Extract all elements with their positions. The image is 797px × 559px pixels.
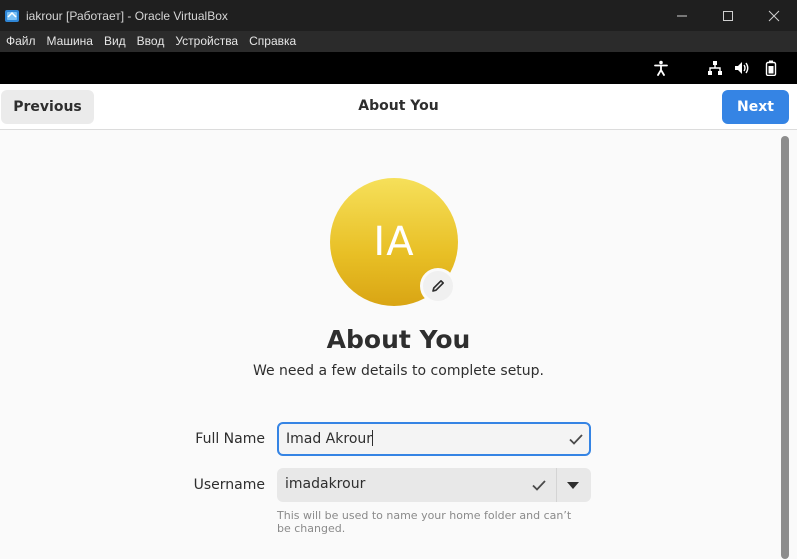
scrollbar[interactable]	[781, 136, 789, 559]
menu-file[interactable]: Файл	[0, 31, 41, 52]
full-name-value: Imad Akrour	[286, 430, 374, 447]
window-title: iakrour [Работает] - Oracle VirtualBox	[26, 8, 228, 23]
header-bar: Previous About You Next	[0, 84, 797, 130]
window-titlebar[interactable]: iakrour [Работает] - Oracle VirtualBox	[0, 0, 797, 31]
menu-machine[interactable]: Машина	[41, 31, 98, 52]
menu-view[interactable]: Вид	[98, 31, 131, 52]
minimize-button[interactable]	[659, 0, 705, 31]
username-value: imadakrour	[285, 476, 366, 492]
combo-separator	[556, 468, 557, 502]
guest-top-panel	[0, 52, 797, 84]
maximize-icon	[723, 10, 733, 21]
menu-help[interactable]: Справка	[243, 31, 301, 52]
window-controls	[659, 0, 797, 31]
network-icon[interactable]	[706, 59, 724, 77]
text-caret	[372, 430, 374, 446]
maximize-button[interactable]	[705, 0, 751, 31]
page-title: About You	[326, 325, 471, 354]
battery-glyph	[765, 60, 777, 76]
full-name-field[interactable]: Imad Akrour	[277, 422, 591, 456]
check-icon	[532, 480, 546, 491]
edit-avatar-button[interactable]	[420, 268, 456, 304]
volume-icon[interactable]	[733, 59, 751, 77]
username-combo[interactable]: imadakrour	[277, 468, 591, 502]
minimize-icon	[677, 15, 687, 16]
close-button[interactable]	[751, 0, 797, 31]
virtualbox-app-icon	[5, 9, 19, 22]
accessibility-icon[interactable]	[652, 59, 670, 77]
close-icon	[768, 10, 780, 21]
check-icon	[569, 434, 583, 445]
volume-glyph	[735, 62, 749, 74]
chevron-down-icon[interactable]	[565, 479, 581, 491]
accessibility-glyph	[654, 60, 668, 76]
header-title: About You	[358, 98, 439, 114]
menu-bar: Файл Машина Вид Ввод Устройства Справка	[0, 31, 797, 52]
avatar-initials: IA	[373, 219, 415, 265]
menu-devices[interactable]: Устройства	[169, 31, 243, 52]
username-hint: This will be used to name your home fold…	[277, 509, 572, 535]
network-glyph	[708, 61, 722, 75]
full-name-label: Full Name	[195, 431, 265, 447]
next-button[interactable]: Next	[722, 90, 789, 124]
pencil-icon	[432, 280, 444, 292]
username-label: Username	[193, 477, 265, 493]
full-name-text: Imad Akrour	[286, 431, 373, 447]
menu-input[interactable]: Ввод	[131, 31, 170, 52]
page-subtitle: We need a few details to complete setup.	[252, 363, 545, 379]
battery-icon[interactable]	[762, 59, 780, 77]
about-you-page: IA About You We need a few details to co…	[0, 131, 797, 559]
